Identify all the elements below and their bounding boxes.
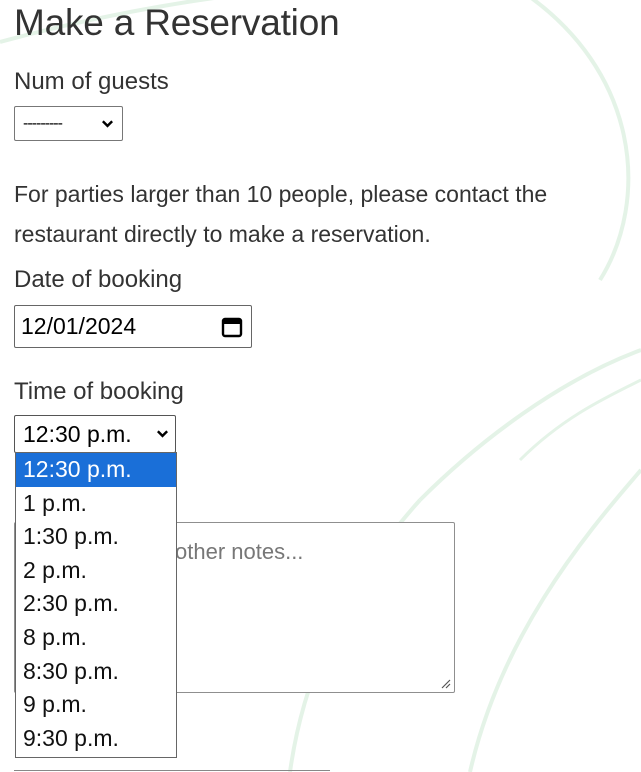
time-option[interactable]: 1:30 p.m.	[16, 520, 176, 554]
chevron-down-icon	[157, 430, 168, 438]
date-input-value: 12/01/2024	[21, 313, 137, 339]
resize-handle-icon[interactable]	[439, 677, 451, 689]
time-label: Time of booking	[14, 378, 184, 405]
notes-placeholder: other notes...	[175, 539, 304, 564]
guests-select[interactable]: ---------	[14, 106, 123, 141]
chevron-down-icon	[102, 119, 113, 128]
time-select[interactable]: 12:30 p.m.	[14, 415, 176, 453]
calendar-icon[interactable]	[221, 316, 243, 338]
time-option[interactable]: 1 p.m.	[16, 487, 176, 521]
time-dropdown-list[interactable]: 12:30 p.m. 1 p.m. 1:30 p.m. 2 p.m. 2:30 p.m.…	[15, 452, 177, 758]
time-option[interactable]: 9:30 p.m.	[16, 722, 176, 756]
time-option[interactable]: 12:30 p.m.	[16, 453, 176, 487]
time-option[interactable]: 2:30 p.m.	[16, 587, 176, 621]
guests-select-value: ---------	[23, 114, 63, 132]
guests-label: Num of guests	[14, 68, 169, 95]
time-option[interactable]: 2 p.m.	[16, 554, 176, 588]
time-select-value: 12:30 p.m.	[23, 420, 132, 447]
time-option[interactable]: 8 p.m.	[16, 621, 176, 655]
time-option[interactable]: 9 p.m.	[16, 688, 176, 722]
date-label: Date of booking	[14, 266, 183, 293]
date-input[interactable]: 12/01/2024	[14, 305, 252, 348]
time-option[interactable]: 8:30 p.m.	[16, 655, 176, 689]
party-size-info: For parties larger than 10 people, pleas…	[14, 181, 548, 247]
reservation-form: Make a Reservation Num of guests -------…	[0, 0, 641, 772]
next-field-border	[14, 770, 330, 771]
page-title: Make a Reservation	[14, 2, 340, 43]
